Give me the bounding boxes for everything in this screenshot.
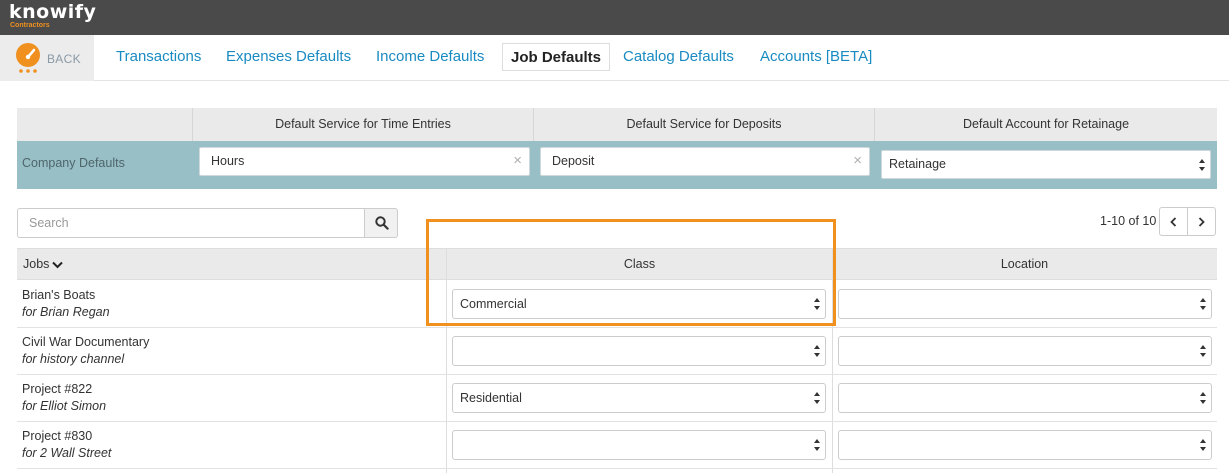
jobs-sort-header[interactable]: Jobs (23, 249, 64, 280)
default-deposit-service-input[interactable]: Deposit × (540, 147, 870, 176)
select-arrows-icon (814, 298, 820, 310)
logo-tagline: Contractors (10, 22, 50, 29)
class-select-value: Commercial (460, 297, 527, 311)
company-defaults-label: Company Defaults (22, 156, 125, 170)
default-time-service-input[interactable]: Hours × (199, 147, 530, 176)
chevron-left-icon (1170, 217, 1177, 227)
settings-nav-bar: BACK Transactions Expenses Defaults Inco… (0, 35, 1229, 81)
select-arrows-icon (814, 439, 820, 451)
pagination-range: 1-10 of 10 (1100, 214, 1157, 228)
default-deposit-service-value: Deposit (552, 154, 595, 168)
class-select-value: Residential (460, 391, 522, 405)
jobs-header-label: Jobs (23, 257, 50, 271)
class-select[interactable] (452, 336, 826, 366)
job-name: Civil War Documentary (22, 335, 150, 349)
table-row: Brian's Boats for Brian Regan Commercial (17, 281, 1217, 328)
select-arrows-icon (814, 345, 820, 357)
default-retainage-account-value: Retainage (889, 157, 946, 171)
clear-icon[interactable]: × (513, 148, 522, 173)
table-row: Project #830 for 2 Wall Street (17, 422, 1217, 469)
next-page-button[interactable] (1187, 207, 1216, 236)
location-select[interactable] (838, 336, 1212, 366)
select-arrows-icon (1200, 392, 1206, 404)
header-default-account-retainage: Default Account for Retainage (875, 108, 1217, 141)
default-retainage-account-select[interactable]: Retainage (881, 150, 1211, 179)
job-name: Project #830 (22, 429, 93, 443)
select-arrows-icon (814, 392, 820, 404)
chevron-down-icon (52, 261, 64, 269)
header-default-service-deposits: Default Service for Deposits (534, 108, 875, 141)
tab-transactions[interactable]: Transactions (108, 43, 209, 71)
job-name: Brian's Boats (22, 288, 96, 302)
previous-page-button[interactable] (1159, 207, 1188, 236)
logo-wordmark: knowify (9, 1, 97, 23)
tab-expenses-defaults[interactable]: Expenses Defaults (218, 43, 359, 71)
job-client: for Brian Regan (22, 305, 110, 319)
location-header: Location (1000, 257, 1049, 271)
table-row: Civil War Documentary for history channe… (17, 328, 1217, 375)
defaults-corner-cell (17, 108, 193, 141)
top-bar: knowify Contractors (0, 0, 1229, 35)
back-button[interactable]: BACK (0, 35, 94, 81)
header-default-service-time: Default Service for Time Entries (193, 108, 534, 141)
class-header: Class (623, 257, 656, 271)
class-select[interactable]: Residential (452, 383, 826, 413)
knowify-logo[interactable]: knowify Contractors (9, 3, 96, 30)
tab-catalog-defaults[interactable]: Catalog Defaults (615, 43, 742, 71)
search-button[interactable] (364, 208, 398, 238)
job-client: for history channel (22, 352, 125, 366)
select-arrows-icon (1200, 298, 1206, 310)
clear-icon[interactable]: × (853, 148, 862, 173)
tab-income-defaults[interactable]: Income Defaults (368, 43, 492, 71)
select-arrows-icon (1200, 439, 1206, 451)
search-icon (375, 216, 389, 230)
location-select[interactable] (838, 383, 1212, 413)
select-arrows-icon (1200, 345, 1206, 357)
job-client: for Elliot Simon (22, 399, 107, 413)
jobs-search-input[interactable]: Search (17, 208, 365, 238)
select-arrows-icon (1199, 158, 1205, 171)
tab-accounts-beta[interactable]: Accounts [BETA] (752, 43, 880, 71)
job-client: for 2 Wall Street (22, 446, 112, 460)
job-name: Project #822 (22, 382, 93, 396)
tab-job-defaults[interactable]: Job Defaults (502, 43, 611, 71)
company-defaults-table: Default Service for Time Entries Default… (17, 108, 1217, 190)
chevron-right-icon (1198, 217, 1205, 227)
location-select[interactable] (838, 430, 1212, 460)
back-label: BACK (47, 52, 81, 66)
class-select[interactable] (452, 430, 826, 460)
speedometer-icon (16, 43, 40, 73)
class-select[interactable]: Commercial (452, 289, 826, 319)
location-select[interactable] (838, 289, 1212, 319)
default-time-service-value: Hours (211, 154, 245, 168)
table-row: Project #822 for Elliot Simon Residentia… (17, 375, 1217, 422)
jobs-table-header: Jobs Class Location (17, 248, 1217, 280)
